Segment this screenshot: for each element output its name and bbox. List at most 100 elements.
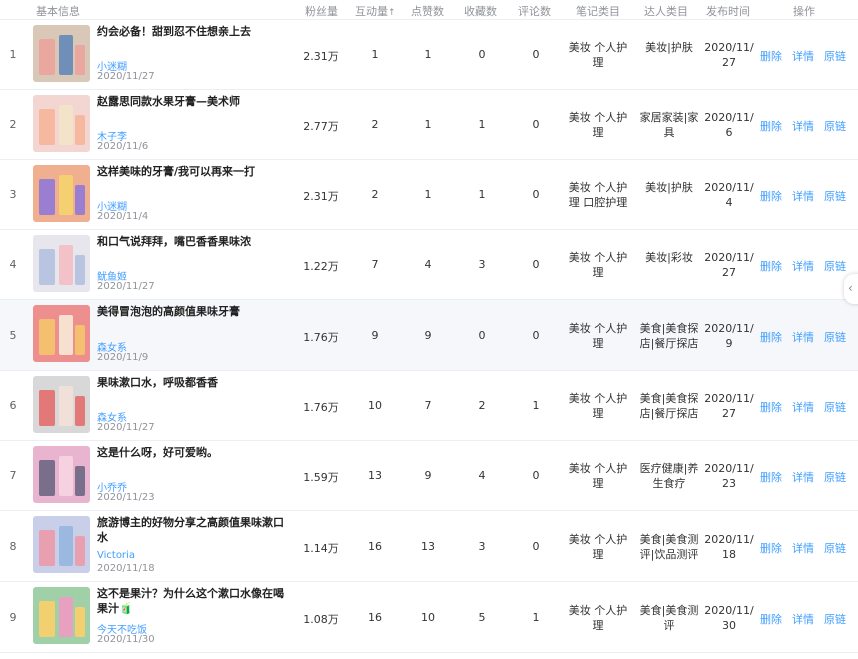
influencer-category-line: 家居家装|家 — [639, 111, 699, 124]
original-link[interactable]: 原链 — [824, 540, 846, 556]
publish-time-line: 2020/11/ — [704, 604, 754, 617]
sort-arrow-icon[interactable]: ↑ — [388, 8, 396, 18]
delete-link[interactable]: 删除 — [760, 118, 782, 134]
comments-count: 0 — [532, 188, 540, 201]
header-likes[interactable]: 点赞数 — [411, 3, 444, 19]
note-thumbnail[interactable] — [33, 376, 90, 433]
note-title[interactable]: 约会必备！甜到忍不住想亲上去 — [97, 24, 287, 39]
note-thumbnail[interactable] — [33, 235, 90, 292]
note-title[interactable]: 这是什么呀，好可爱哟。 — [97, 445, 287, 460]
interactions-count: 16 — [368, 540, 382, 553]
table-row[interactable]: 8 旅游博主的好物分享之高颜值果味漱口水 Victoria 2020/11/18 1.1… — [0, 511, 858, 582]
influencer-category-line: 评 — [663, 619, 675, 632]
thumbnail-shape — [59, 597, 73, 637]
detail-link[interactable]: 详情 — [792, 611, 814, 627]
note-thumbnail[interactable] — [33, 446, 90, 503]
delete-link[interactable]: 删除 — [760, 188, 782, 204]
interactions-count: 7 — [371, 258, 379, 271]
delete-link[interactable]: 删除 — [760, 258, 782, 274]
delete-link[interactable]: 删除 — [760, 399, 782, 415]
likes-count: 1 — [424, 48, 432, 61]
delete-link[interactable]: 删除 — [760, 611, 782, 627]
row-index: 8 — [9, 540, 17, 553]
note-thumbnail[interactable] — [33, 516, 90, 573]
comments-count: 0 — [532, 540, 540, 553]
interactions-count: 10 — [368, 399, 382, 412]
original-link[interactable]: 原链 — [824, 118, 846, 134]
side-collapse-handle[interactable]: ‹ — [844, 274, 858, 304]
note-thumbnail[interactable] — [33, 305, 90, 362]
thumbnail-shape — [39, 601, 55, 637]
delete-link[interactable]: 删除 — [760, 329, 782, 345]
note-category-line: 美妆 个人护 — [568, 41, 628, 54]
influencer-category: 家居家装|家具 — [634, 110, 704, 140]
influencer-category-line: 美妆|护肤 — [645, 181, 693, 194]
note-title[interactable]: 果味漱口水，呼吸都香香 — [97, 375, 287, 390]
influencer-category: 美食|美食探 店|餐厅探店 — [634, 321, 704, 351]
detail-link[interactable]: 详情 — [792, 258, 814, 274]
detail-link[interactable]: 详情 — [792, 118, 814, 134]
header-fans[interactable]: 粉丝量 — [305, 3, 338, 19]
header-publish-time[interactable]: 发布时间 — [706, 3, 750, 19]
note-title[interactable]: 这不是果汁？为什么这个漱口水像在喝果汁🧃 — [97, 586, 287, 616]
original-link[interactable]: 原链 — [824, 611, 846, 627]
note-thumbnail[interactable] — [33, 25, 90, 82]
header-comments[interactable]: 评论数 — [518, 3, 551, 19]
note-thumbnail[interactable] — [33, 587, 90, 644]
header-collects[interactable]: 收藏数 — [464, 3, 497, 19]
note-date: 2020/11/6 — [97, 141, 149, 152]
publish-time: 2020/11/30 — [700, 603, 758, 633]
table-row[interactable]: 3 这样美味的牙膏/我可以再来一打 小迷糊 2020/11/4 2.31万 2 1 1 0 美妆 … — [0, 160, 858, 230]
delete-link[interactable]: 删除 — [760, 469, 782, 485]
detail-link[interactable]: 详情 — [792, 48, 814, 64]
original-link[interactable]: 原链 — [824, 258, 846, 274]
delete-link[interactable]: 删除 — [760, 48, 782, 64]
publish-time-line: 27 — [722, 266, 736, 279]
note-title[interactable]: 赵露思同款水果牙膏—美术师 — [97, 94, 287, 109]
original-link[interactable]: 原链 — [824, 399, 846, 415]
table-row[interactable]: 7 这是什么呀，好可爱哟。 小乔乔 2020/11/23 1.59万 13 9 4 0 美妆 个人… — [0, 441, 858, 511]
note-title[interactable]: 美得冒泡泡的高颜值果味牙膏 — [97, 304, 287, 319]
original-link[interactable]: 原链 — [824, 469, 846, 485]
delete-link[interactable]: 删除 — [760, 540, 782, 556]
original-link[interactable]: 原链 — [824, 188, 846, 204]
influencer-category-line: 美食|美食探 — [639, 322, 699, 335]
publish-time-line: 23 — [722, 477, 736, 490]
table-row[interactable]: 2 赵露思同款水果牙膏—美术师 木子李 2020/11/6 2.77万 2 1 1 0 美妆 个人… — [0, 90, 858, 160]
author-name[interactable]: Victoria — [97, 550, 135, 561]
detail-link[interactable]: 详情 — [792, 540, 814, 556]
header-interactions[interactable]: 互动量↑ — [355, 3, 396, 19]
note-title[interactable]: 旅游博主的好物分享之高颜值果味漱口水 — [97, 515, 287, 545]
likes-count: 1 — [424, 118, 432, 131]
table-row[interactable]: 4 和口气说拜拜，嘴巴香香果味浓 鱿鱼姬 2020/11/27 1.22万 7 4 3 0 美妆 … — [0, 230, 858, 300]
collects-count: 0 — [478, 48, 486, 61]
original-link[interactable]: 原链 — [824, 329, 846, 345]
thumbnail-shape — [39, 39, 55, 75]
fans-count: 1.22万 — [303, 260, 339, 273]
note-title[interactable]: 这样美味的牙膏/我可以再来一打 — [97, 164, 287, 179]
publish-time-line: 4 — [725, 196, 733, 209]
detail-link[interactable]: 详情 — [792, 469, 814, 485]
thumbnail-shape — [39, 109, 55, 145]
original-link[interactable]: 原链 — [824, 48, 846, 64]
likes-count: 7 — [424, 399, 432, 412]
table-row[interactable]: 6 果味漱口水，呼吸都香香 森女系 2020/11/27 1.76万 10 7 2 1 美妆 个人… — [0, 371, 858, 441]
table-row[interactable]: 5 美得冒泡泡的高颜值果味牙膏 森女系 2020/11/9 1.76万 9 9 0 0 美妆 个人… — [0, 300, 858, 371]
fans-count: 2.31万 — [303, 190, 339, 203]
table-row[interactable]: 1 约会必备！甜到忍不住想亲上去 小迷糊 2020/11/27 2.31万 1 1 0 0 美妆 … — [0, 20, 858, 90]
detail-link[interactable]: 详情 — [792, 329, 814, 345]
detail-link[interactable]: 详情 — [792, 399, 814, 415]
influencer-category: 美食|美食探 店|餐厅探店 — [634, 391, 704, 421]
thumbnail-shape — [59, 175, 73, 215]
publish-time: 2020/11/27 — [700, 391, 758, 421]
note-category-line: 美妆 个人护 — [568, 462, 628, 475]
detail-link[interactable]: 详情 — [792, 188, 814, 204]
note-title[interactable]: 和口气说拜拜，嘴巴香香果味浓 — [97, 234, 287, 249]
likes-count: 4 — [424, 258, 432, 271]
note-thumbnail[interactable] — [33, 165, 90, 222]
note-date: 2020/11/4 — [97, 211, 149, 222]
header-note-category: 笔记类目 — [576, 5, 620, 18]
table-row[interactable]: 9 这不是果汁？为什么这个漱口水像在喝果汁🧃 今天不吃饭 2020/11/30 1.08… — [0, 582, 858, 653]
row-index: 7 — [9, 469, 17, 482]
note-thumbnail[interactable] — [33, 95, 90, 152]
